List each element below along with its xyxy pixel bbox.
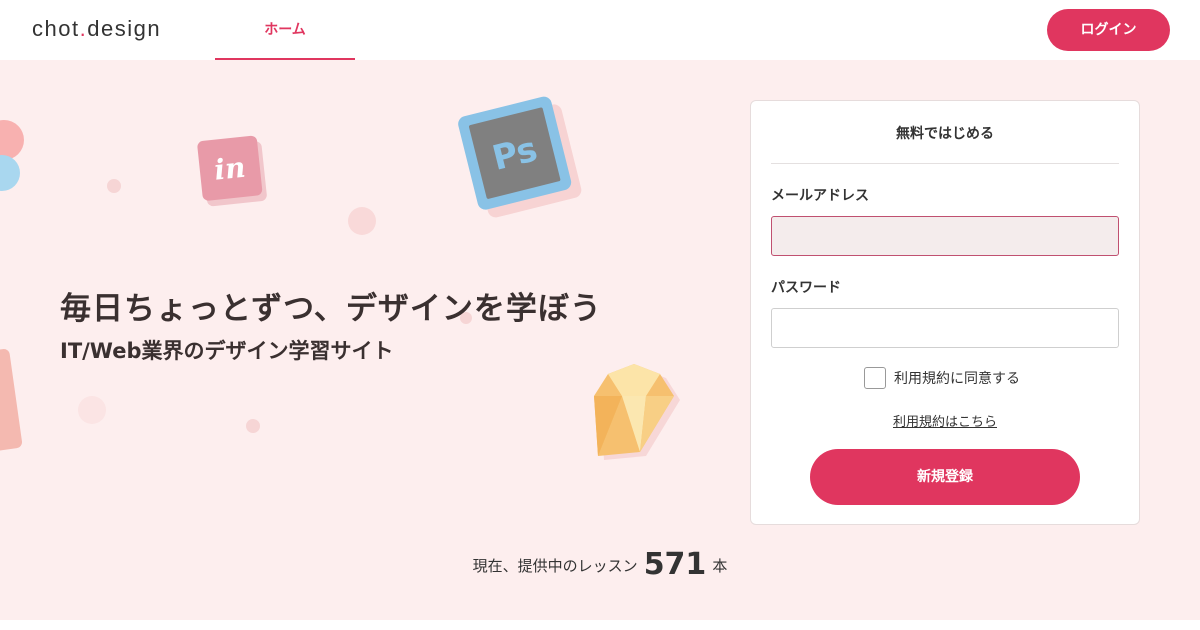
password-label: パスワード — [771, 280, 841, 296]
site-logo[interactable]: chot.design — [32, 16, 161, 42]
sketch-icon — [594, 364, 680, 460]
photoshop-icon: Ps — [458, 96, 582, 218]
email-field[interactable] — [771, 216, 1119, 256]
hero-headline: 毎日ちょっとずつ、デザインを学ぼう — [60, 291, 602, 327]
deco-circle-blue — [0, 155, 20, 191]
deco-dot — [348, 207, 376, 235]
signup-button[interactable]: 新規登録 — [810, 449, 1080, 505]
lesson-count-number: 571 — [643, 547, 707, 582]
email-label: メールアドレス — [771, 188, 869, 204]
deco-circle-pink — [0, 120, 24, 160]
deco-dot — [107, 179, 121, 193]
lesson-count: 現在、提供中のレッスン 571 本 — [0, 547, 1200, 582]
invision-icon: in — [197, 135, 267, 207]
deco-dot — [246, 419, 260, 433]
login-button[interactable]: ログイン — [1047, 9, 1170, 51]
footer-strip — [0, 620, 1200, 630]
site-header: chot.design ホーム ログイン — [0, 0, 1200, 60]
svg-text:in: in — [213, 151, 247, 187]
terms-checkbox-label[interactable]: 利用規約に同意する — [894, 368, 1020, 388]
lesson-count-unit: 本 — [712, 557, 728, 575]
deco-tile-edge — [0, 349, 23, 451]
terms-agreement-row: 利用規約に同意する — [864, 367, 1020, 389]
password-field[interactable] — [771, 308, 1119, 348]
divider — [771, 163, 1119, 164]
lesson-count-prefix: 現在、提供中のレッスン — [472, 557, 638, 575]
hero-section: in Ps 毎日ちょっとずつ、デザインを学ぼう IT/Web業界のデザイン学習サ… — [0, 60, 1200, 620]
tab-home-label: ホーム — [264, 22, 306, 38]
tab-home[interactable]: ホーム — [215, 0, 355, 60]
terms-link[interactable]: 利用規約はこちら — [751, 411, 1139, 430]
hero-subheadline: IT/Web業界のデザイン学習サイト — [60, 339, 394, 363]
signup-form-title: 無料ではじめる — [896, 126, 994, 142]
logo-text-design: design — [87, 16, 162, 41]
terms-checkbox[interactable] — [864, 367, 886, 389]
signup-form-card: 無料ではじめる メールアドレス パスワード 利用規約に同意する 利用規約はこちら… — [750, 100, 1140, 525]
deco-dot — [78, 396, 106, 424]
logo-text-chot: chot — [32, 16, 80, 41]
